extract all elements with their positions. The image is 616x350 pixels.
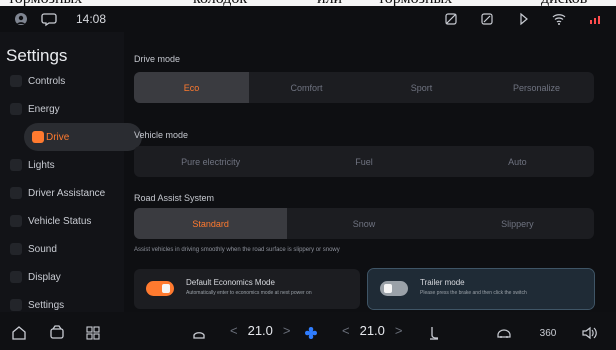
bluetooth-icon: [514, 10, 532, 28]
status-bar: 14:08: [0, 6, 616, 32]
temp-left-increase[interactable]: >: [283, 323, 291, 338]
vehicle-mode-segmented: Pure electricity Fuel Auto: [134, 146, 594, 177]
drive-settings-content: Drive mode Eco Comfort Sport Personalize…: [126, 32, 616, 312]
driver-assistance-icon: [10, 187, 22, 199]
view-360-icon[interactable]: 360: [535, 324, 561, 342]
mode-cards: Default Economics Mode Automatically ent…: [134, 268, 595, 310]
car-icon: [32, 131, 44, 143]
seat-heat-icon[interactable]: [190, 324, 208, 342]
device-icon: [478, 10, 496, 28]
road-assist-snow[interactable]: Snow: [287, 208, 440, 239]
signal-icon: [586, 10, 604, 28]
user-icon[interactable]: [12, 10, 30, 28]
economics-title: Default Economics Mode: [186, 278, 275, 287]
drive-mode-segmented: Eco Comfort Sport Personalize: [134, 72, 594, 103]
car-icon[interactable]: [48, 324, 66, 342]
trailer-toggle[interactable]: [380, 281, 408, 296]
road-assist-hint: Assist vehicles in driving smoothly when…: [134, 247, 340, 253]
energy-icon: [10, 103, 22, 115]
trailer-title: Trailer mode: [420, 278, 465, 287]
sidebar-item-label: Settings: [28, 299, 65, 311]
connectivity-icon: [442, 10, 460, 28]
road-assist-title: Road Assist System: [134, 193, 215, 203]
sidebar-item-label: Lights: [28, 159, 55, 171]
sidebar-item-energy[interactable]: Energy: [0, 95, 124, 123]
vehicle-mode-fuel[interactable]: Fuel: [287, 146, 440, 177]
temp-right-value: 21.0: [359, 323, 385, 338]
road-assist-slippery[interactable]: Slippery: [441, 208, 594, 239]
sidebar-item-lights[interactable]: Lights: [0, 151, 124, 179]
temp-right-increase[interactable]: >: [395, 323, 403, 338]
sidebar-item-label: Sound: [28, 243, 57, 255]
fan-icon[interactable]: [302, 324, 320, 342]
vehicle-mode-title: Vehicle mode: [134, 130, 189, 140]
drive-mode-eco[interactable]: Eco: [134, 72, 249, 103]
settings-icon: [10, 299, 22, 311]
vehicle-status-icon: [10, 215, 22, 227]
lights-icon: [10, 159, 22, 171]
seat-icon[interactable]: [424, 324, 442, 342]
sidebar-item-label: Controls: [28, 75, 66, 87]
car-view-icon[interactable]: [495, 324, 513, 342]
drive-mode-title: Drive mode: [134, 54, 181, 64]
display-icon: [10, 271, 22, 283]
status-time: 14:08: [76, 12, 107, 26]
sound-icon: [10, 243, 22, 255]
road-assist-standard[interactable]: Standard: [134, 208, 288, 239]
road-assist-segmented: Standard Snow Slippery: [134, 208, 594, 239]
temp-left-decrease[interactable]: <: [230, 323, 238, 338]
drive-mode-personalize[interactable]: Personalize: [479, 72, 594, 103]
wifi-icon: [550, 10, 568, 28]
settings-nav: Controls Energy Drive Lights Driver Assi…: [0, 67, 142, 319]
economics-toggle[interactable]: [146, 281, 174, 296]
settings-sidebar: Settings Controls Energy Drive Lights Dr…: [0, 32, 142, 312]
bottom-bar: < 21.0 > < 21.0 > 360: [0, 312, 616, 350]
drive-mode-comfort[interactable]: Comfort: [249, 72, 364, 103]
sidebar-item-driver-assistance[interactable]: Driver Assistance: [0, 179, 124, 207]
sidebar-item-drive[interactable]: Drive: [24, 123, 142, 151]
toggle-knob: [162, 284, 170, 293]
sidebar-item-label: Driver Assistance: [28, 187, 106, 199]
message-icon[interactable]: [40, 10, 58, 28]
controls-icon: [10, 75, 22, 87]
sidebar-item-controls[interactable]: Controls: [0, 67, 124, 95]
sidebar-item-label: Display: [28, 271, 61, 283]
sidebar-item-label: Energy: [28, 103, 60, 115]
default-economics-card: Default Economics Mode Automatically ent…: [134, 269, 360, 309]
settings-title: Settings: [6, 46, 68, 65]
sidebar-item-display[interactable]: Display: [0, 263, 124, 291]
sidebar-item-vehicle-status[interactable]: Vehicle Status: [0, 207, 124, 235]
apps-icon[interactable]: [84, 324, 102, 342]
sidebar-item-label: Drive: [46, 131, 70, 143]
home-icon[interactable]: [10, 324, 28, 342]
trailer-subtitle: Please press the brake and then click th…: [420, 290, 527, 296]
vehicle-mode-auto[interactable]: Auto: [441, 146, 594, 177]
toggle-knob: [384, 284, 392, 293]
temp-right-decrease[interactable]: <: [342, 323, 350, 338]
temp-left-value: 21.0: [247, 323, 273, 338]
temperature-right-control: < 21.0 >: [342, 323, 403, 338]
sidebar-item-sound[interactable]: Sound: [0, 235, 124, 263]
volume-icon[interactable]: [580, 324, 598, 342]
economics-subtitle: Automatically enter to economics mode at…: [186, 290, 312, 296]
vehicle-mode-pure-electricity[interactable]: Pure electricity: [134, 146, 287, 177]
sidebar-item-label: Vehicle Status: [28, 215, 92, 227]
trailer-mode-card: Trailer mode Please press the brake and …: [367, 268, 595, 310]
temperature-left-control: < 21.0 >: [230, 323, 291, 338]
drive-mode-sport[interactable]: Sport: [364, 72, 479, 103]
